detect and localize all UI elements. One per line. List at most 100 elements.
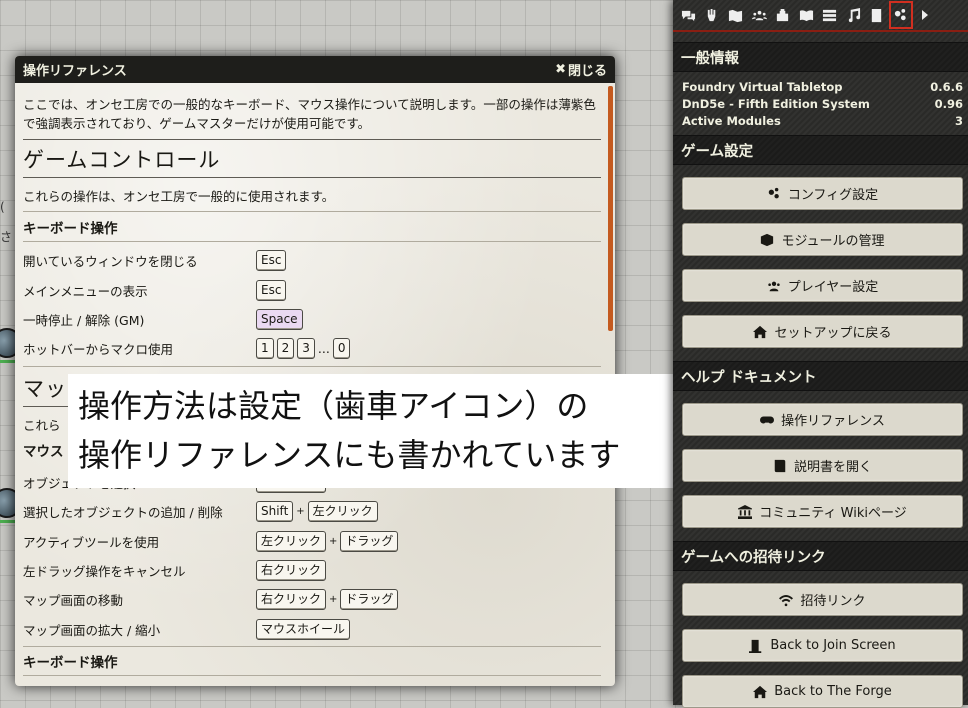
combat-tab[interactable]: [701, 2, 725, 28]
control-label: マップ画面の移動: [23, 593, 124, 609]
control-keys: Esc: [256, 279, 287, 301]
university-icon: [738, 504, 753, 519]
key-badge: 右クリック: [256, 559, 327, 581]
playlists-icon: [848, 7, 860, 22]
sidebar-button[interactable]: 説明書を開く: [682, 449, 963, 482]
sidebar-button[interactable]: セットアップに戻る: [682, 315, 963, 348]
chat-icon: [682, 10, 696, 21]
button-label: 操作リファレンス: [781, 414, 885, 429]
button-label: 説明書を開く: [793, 460, 872, 475]
help-buttons: 操作リファレンス 説明書を開くコミュニティ Wikiページ: [673, 391, 968, 528]
control-row: 選択したオブジェクトの追加 / 削除 Shift + 左クリック: [23, 497, 601, 526]
key-badge: 左クリック: [307, 501, 378, 523]
key-badge: 1: [256, 338, 274, 360]
intro-text: ここでは、オンセ工房での一般的なキーボード、マウス操作について説明します。一部の…: [23, 97, 596, 131]
button-label: モジュールの管理: [781, 234, 885, 249]
sidebar-button[interactable]: 招待リンク: [682, 583, 963, 616]
close-button[interactable]: ✖ 閉じる: [555, 60, 607, 79]
caption-line: 操作リファレンスにも書かれています: [78, 436, 621, 474]
control-label: ホットバーからマクロ使用: [23, 342, 174, 358]
settings-icon: [894, 8, 906, 20]
key-badge: 3: [297, 338, 315, 360]
sidebar-button[interactable]: コンフィグ設定: [682, 177, 963, 210]
door-icon: [749, 639, 762, 653]
section-heading-general: 一般情報: [673, 42, 968, 72]
compendium-icon: [872, 8, 882, 22]
sidebar-button[interactable]: Back to Join Screen: [682, 629, 963, 662]
cube-icon: [761, 233, 774, 246]
key-badge: Esc: [256, 250, 287, 272]
sidebar-button[interactable]: モジュールの管理: [682, 223, 963, 256]
info-value: 3: [954, 114, 963, 128]
general-info-list: Foundry Virtual Tabletop 0.6.6 DnD5e - Fif…: [673, 72, 968, 135]
sidebar-button[interactable]: プレイヤー設定: [682, 269, 963, 302]
info-row: DnD5e - Fifth Edition System 0.96: [673, 96, 968, 113]
control-row: 左ドラッグ操作をキャンセル 右クリック: [23, 556, 601, 585]
caption-overlay: 操作方法は設定（歯車アイコン）の 操作リファレンスにも書かれています: [68, 374, 689, 488]
scenes-icon: [729, 9, 743, 22]
info-row: Active Modules 3: [673, 113, 968, 130]
control-label: マップ画面の拡大 / 縮小: [23, 622, 161, 638]
divider: [23, 365, 601, 367]
control-label: 選択したオブジェクトの追加 / 削除: [23, 505, 223, 521]
users-icon: [768, 281, 780, 291]
tables-icon: [823, 9, 837, 21]
sidebar-button[interactable]: コミュニティ Wikiページ: [682, 495, 963, 528]
info-value: 0.6.6: [930, 80, 963, 94]
info-label: Foundry Virtual Tabletop: [682, 80, 843, 94]
control-keys: マウスホイール: [256, 618, 351, 640]
invite-buttons: 招待リンク Back to Join Screen Back to The Forg…: [673, 571, 968, 708]
window-header[interactable]: 操作リファレンス ✖ 閉じる: [15, 56, 615, 83]
controls-reference-window: 操作リファレンス ✖ 閉じる ここでは、オンセ工房での一般的なキーボード、マウス…: [15, 56, 615, 686]
items-tab[interactable]: [771, 2, 795, 28]
actors-tab[interactable]: [748, 2, 772, 28]
playlists-tab[interactable]: [842, 2, 866, 28]
control-keys: Space: [256, 308, 303, 330]
canvas-text-fragment: (: [0, 200, 5, 214]
collapse-arrow-tab[interactable]: [913, 2, 937, 28]
button-label: セットアップに戻る: [774, 326, 892, 341]
subsection-title: キーボード操作: [23, 217, 601, 242]
journal-tab[interactable]: [795, 2, 819, 28]
section-heading-game-settings: ゲーム設定: [673, 135, 968, 165]
combat-icon: [707, 8, 716, 21]
key-badge: 0: [332, 338, 351, 360]
key-badge: Esc: [256, 279, 287, 301]
key-badge: 左クリック: [256, 530, 327, 552]
scenes-tab[interactable]: [724, 2, 748, 28]
section-heading-help: ヘルプ ドキュメント: [673, 361, 968, 391]
home-icon: [753, 325, 768, 338]
chat-tab[interactable]: [677, 2, 701, 28]
caption-line: 操作方法は設定（歯車アイコン）の: [78, 387, 589, 425]
control-row: マップ画面の拡大 / 縮小 マウスホイール: [23, 615, 601, 644]
info-row: Foundry Virtual Tabletop 0.6.6: [673, 79, 968, 96]
wifi-icon: [779, 594, 794, 606]
sidebar-button[interactable]: 操作リファレンス: [682, 403, 963, 436]
button-label: 招待リンク: [800, 594, 866, 609]
button-label: Back to The Forge: [774, 684, 892, 699]
ellipsis: ...: [317, 341, 330, 357]
plus-sign: +: [329, 594, 338, 606]
sidebar: 一般情報 Foundry Virtual Tabletop 0.6.6 DnD5e …: [673, 0, 968, 708]
control-label: メインメニューの表示: [23, 283, 148, 299]
plus-sign: +: [296, 506, 305, 518]
section-description: これらの操作は、オンセ工房で一般的に使用されます。: [23, 189, 335, 204]
settings-tab[interactable]: [888, 1, 913, 29]
key-badge: ドラッグ: [340, 589, 399, 611]
sidebar-button[interactable]: Back to The Forge: [682, 675, 963, 708]
control-label: 一時停止 / 解除 (GM): [23, 312, 145, 328]
control-keys: 1 2 3... 0: [256, 338, 351, 360]
control-keys: 右クリック: [256, 559, 327, 581]
control-keys: Esc: [256, 250, 287, 272]
info-label: Active Modules: [682, 114, 781, 128]
control-keys: Shift + 左クリック: [256, 501, 378, 523]
control-row: 開いているウィンドウを閉じる Esc: [23, 246, 601, 275]
tables-tab[interactable]: [818, 2, 842, 28]
info-value: 0.96: [934, 97, 963, 111]
compendium-tab[interactable]: [865, 2, 889, 28]
key-badge: 2: [276, 338, 295, 360]
control-row: アクティブツールを使用 左クリック + ドラッグ: [23, 526, 601, 555]
divider: [23, 211, 601, 212]
control-row: メインメニューの表示 Esc: [23, 275, 601, 304]
control-row: マップ画面の移動 右クリック + ドラッグ: [23, 585, 601, 614]
